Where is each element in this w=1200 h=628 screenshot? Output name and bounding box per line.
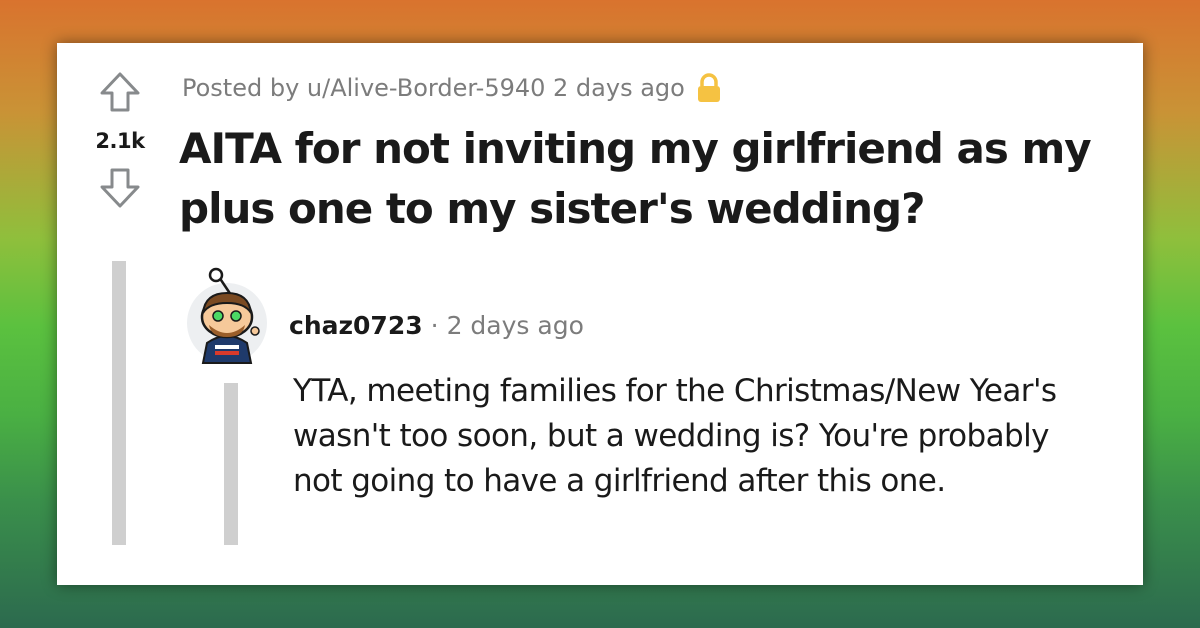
comment-thread-line[interactable] [224, 383, 238, 545]
post-meta: Posted by u/Alive-Border-5940 2 days ago [182, 73, 723, 103]
reddit-post-card: 2.1k Posted by u/Alive-Border-5940 2 day… [57, 43, 1143, 585]
post-meta-text[interactable]: Posted by u/Alive-Border-5940 2 days ago [182, 74, 685, 102]
user-avatar[interactable] [185, 265, 269, 365]
post-title[interactable]: AITA for not inviting my girlfriend as m… [179, 119, 1119, 239]
separator-dot: · [430, 311, 439, 340]
comment-meta: chaz0723 · 2 days ago [289, 311, 584, 340]
comment-timestamp[interactable]: 2 days ago [447, 311, 584, 340]
vote-column: 2.1k [75, 71, 165, 209]
thread-line[interactable] [112, 261, 126, 545]
comment-author[interactable]: chaz0723 [289, 311, 423, 340]
lock-icon [697, 73, 720, 102]
upvote-arrow-icon[interactable] [98, 71, 142, 113]
downvote-arrow-icon[interactable] [98, 167, 142, 209]
vote-count: 2.1k [95, 129, 145, 153]
comment-body: YTA, meeting families for the Christmas/… [293, 373, 1057, 499]
